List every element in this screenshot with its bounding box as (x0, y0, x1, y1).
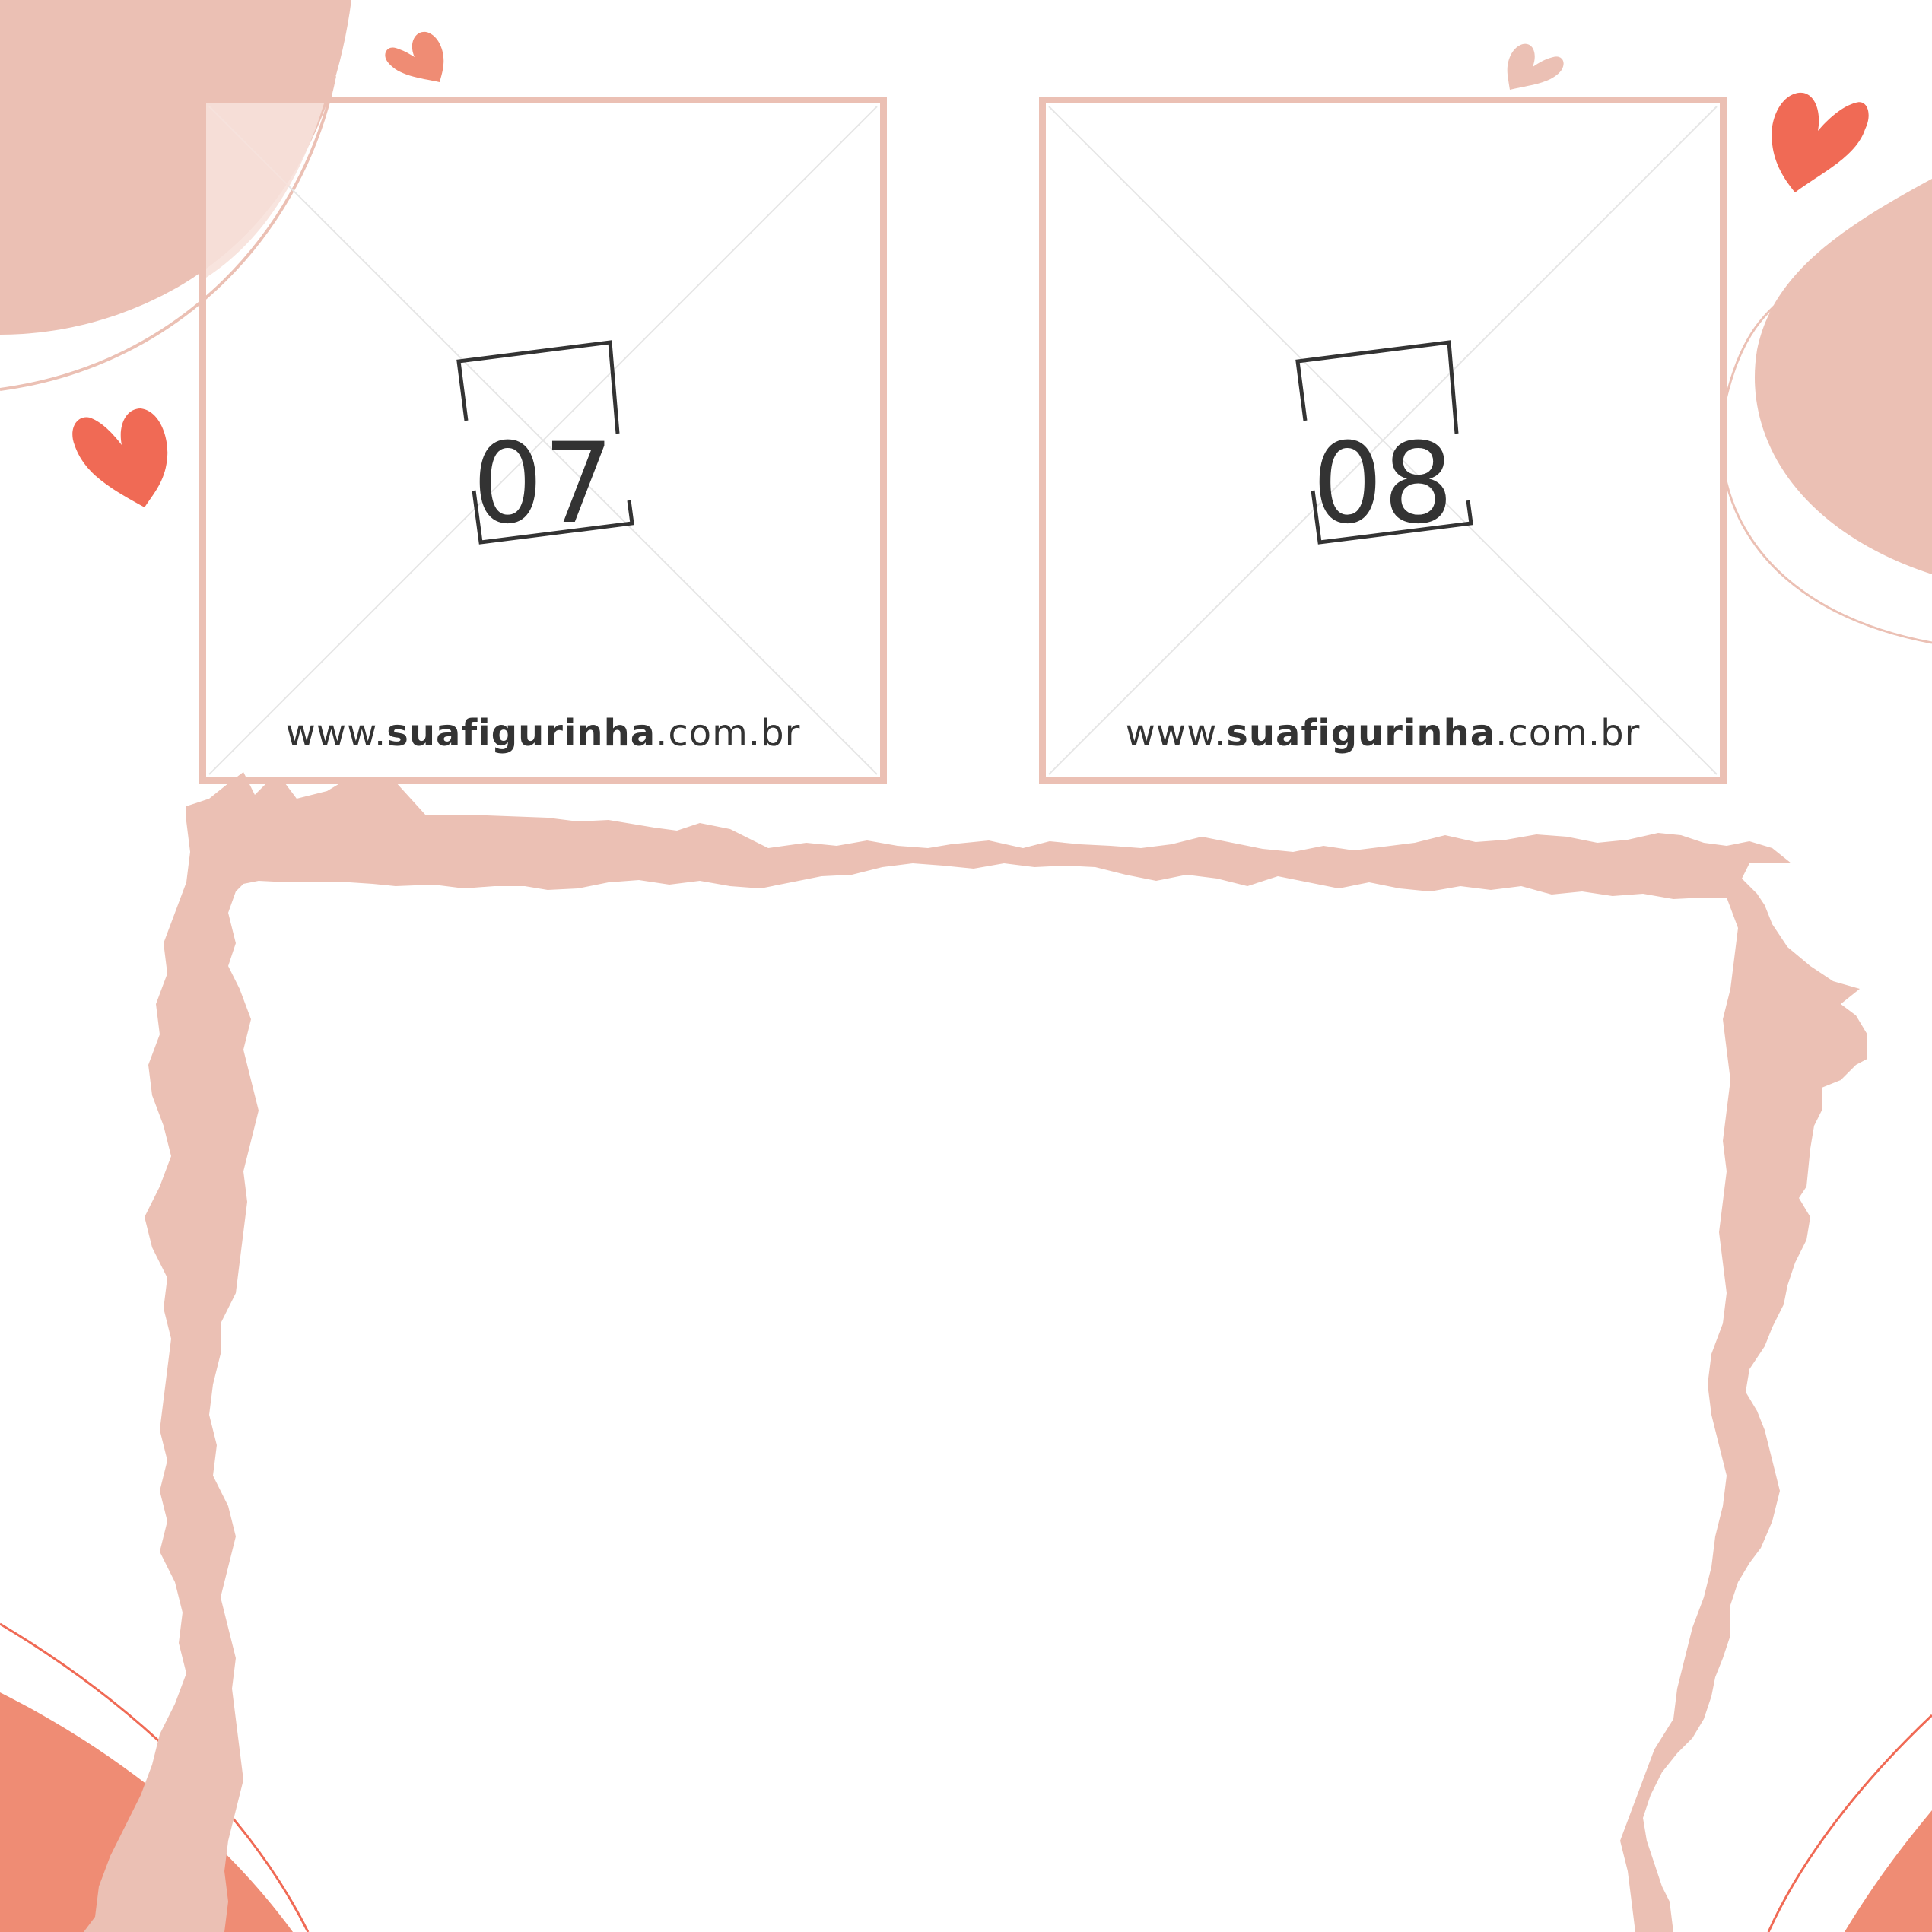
heart-icon (1507, 43, 1564, 90)
sticker-slot-08: 08 www.suafigurinha.com.br (1039, 97, 1727, 784)
sticker-number: 08 (1312, 419, 1454, 548)
sticker-url: www.suafigurinha.com.br (1046, 712, 1720, 755)
heart-icon (385, 31, 444, 82)
sticker-number: 07 (472, 419, 614, 548)
url-prefix: www. (285, 712, 387, 755)
heart-icon (1772, 92, 1869, 192)
sticker-url: www.suafigurinha.com.br (206, 712, 880, 755)
heart-icon (72, 408, 168, 507)
scribble-photo-frame (84, 772, 1867, 1932)
sticker-slot-07: 07 www.suafigurinha.com.br (199, 97, 887, 784)
url-brand: suafigurinha (1226, 712, 1496, 755)
url-brand: suafigurinha (386, 712, 656, 755)
url-suffix: .com.br (656, 712, 801, 755)
blob-bottom-right (1845, 1810, 1932, 1932)
url-prefix: www. (1125, 712, 1227, 755)
blob-right (1754, 179, 1932, 574)
url-suffix: .com.br (1495, 712, 1641, 755)
